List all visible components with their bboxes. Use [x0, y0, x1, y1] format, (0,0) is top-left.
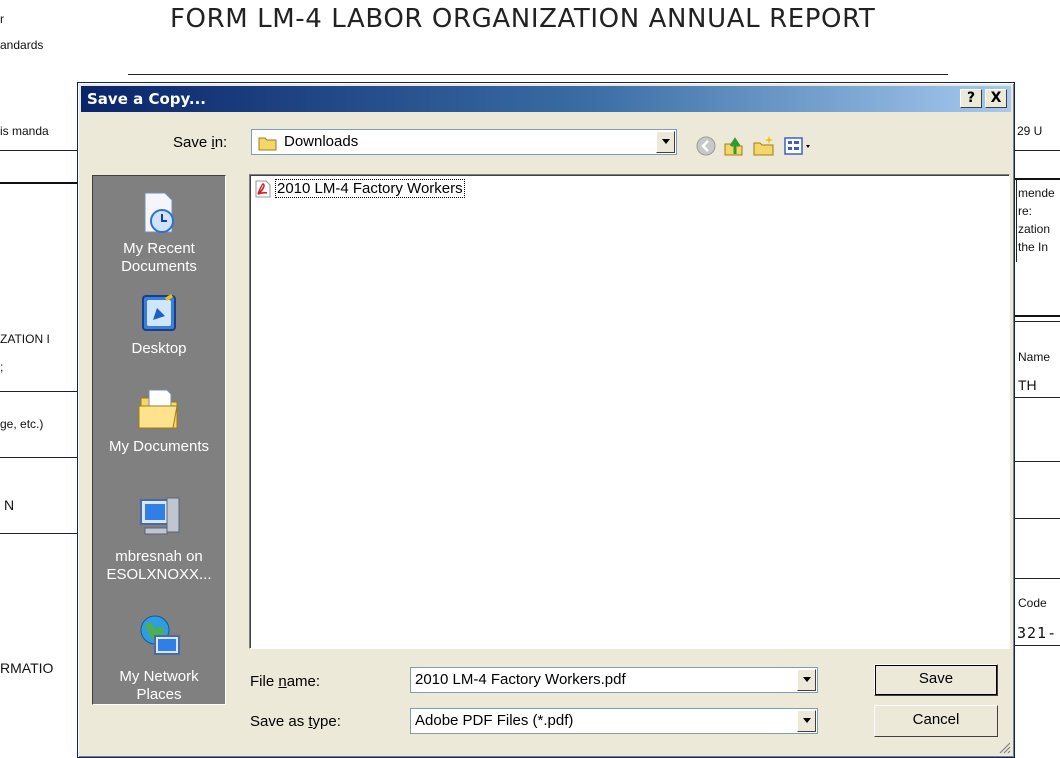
save-in-label: Save in: — [173, 134, 228, 151]
doc-fragment: ZATION I — [0, 332, 50, 346]
doc-fragment: zation — [1018, 222, 1051, 236]
save-as-type-dropdown[interactable]: Adobe PDF Files (*.pdf) — [410, 708, 818, 734]
desktop-icon — [142, 294, 176, 331]
my-documents-icon — [138, 389, 178, 429]
save-in-value: Downloads — [284, 133, 359, 150]
file-name-label: File name: — [250, 673, 321, 690]
resize-grip-icon[interactable] — [997, 740, 1011, 754]
doc-line — [1015, 321, 1060, 322]
network-places-icon — [140, 615, 180, 655]
doc-line — [0, 533, 77, 534]
doc-fragment: Code — [1018, 596, 1047, 610]
doc-line — [1015, 461, 1060, 462]
doc-line — [0, 150, 77, 151]
doc-fragment: 29 U — [1017, 124, 1043, 138]
save-a-copy-dialog: Save a Copy... ? X Save in: Downloads My… — [77, 82, 1015, 758]
doc-fragment: RMATIO — [0, 660, 54, 676]
doc-fragment: Name — [1018, 350, 1051, 364]
computer-icon — [140, 497, 180, 535]
new-folder-icon[interactable] — [752, 134, 776, 158]
close-button[interactable]: X — [985, 89, 1007, 108]
dialog-title-bar[interactable]: Save a Copy... ? X — [81, 86, 1011, 112]
doc-line — [1016, 178, 1017, 262]
place-my-network-places[interactable]: My Network Places — [93, 612, 225, 704]
doc-line — [1015, 397, 1060, 398]
doc-line — [1015, 315, 1060, 317]
file-name-value: 2010 LM-4 Factory Workers.pdf — [415, 671, 626, 688]
doc-fragment: 321- — [1017, 624, 1058, 642]
file-name-dropdown-arrow[interactable] — [797, 669, 816, 691]
up-folder-icon[interactable] — [722, 134, 746, 158]
pdf-file-icon — [255, 180, 271, 197]
doc-fragment: ; — [0, 360, 4, 374]
save-in-dropdown-arrow[interactable] — [656, 131, 675, 153]
places-bar: My Recent Documents Desktop My Documents — [92, 175, 226, 705]
doc-fragment: the In — [1018, 240, 1049, 254]
doc-line — [0, 457, 77, 458]
save-as-type-value: Adobe PDF Files (*.pdf) — [415, 712, 574, 729]
doc-line — [1015, 178, 1060, 180]
doc-line — [1015, 518, 1060, 519]
save-as-type-label: Save as type: — [250, 713, 341, 730]
doc-line — [0, 182, 77, 184]
doc-fragment: TH — [1018, 377, 1037, 393]
back-icon[interactable] — [694, 134, 718, 158]
save-as-type-dropdown-arrow[interactable] — [797, 710, 816, 732]
doc-fragment: re: — [1018, 204, 1033, 218]
file-list[interactable]: 2010 LM-4 Factory Workers — [249, 174, 1010, 649]
place-my-recent-documents[interactable]: My Recent Documents — [93, 190, 225, 276]
dialog-title: Save a Copy... — [87, 90, 206, 108]
save-button[interactable]: Save — [874, 664, 998, 696]
doc-line — [1015, 645, 1060, 646]
document-title: FORM LM-4 LABOR ORGANIZATION ANNUAL REPO… — [170, 4, 876, 34]
doc-fragment: r — [0, 12, 4, 26]
save-in-dropdown[interactable]: Downloads — [251, 129, 677, 155]
views-menu-icon[interactable] — [782, 134, 816, 158]
help-button[interactable]: ? — [960, 89, 982, 108]
doc-fragment: mende — [1018, 186, 1055, 200]
file-item[interactable]: 2010 LM-4 Factory Workers — [254, 179, 465, 198]
file-name: 2010 LM-4 Factory Workers — [275, 179, 465, 198]
cancel-button[interactable]: Cancel — [874, 705, 998, 737]
file-name-input[interactable]: 2010 LM-4 Factory Workers.pdf — [410, 667, 818, 693]
doc-fragment: N — [4, 497, 15, 513]
place-my-documents[interactable]: My Documents — [93, 382, 225, 456]
folder-icon — [258, 137, 277, 151]
doc-fragment: ge, etc.) — [0, 417, 44, 431]
doc-fragment: is manda — [0, 124, 49, 138]
doc-line — [0, 391, 77, 392]
place-desktop[interactable]: Desktop — [93, 292, 225, 358]
recent-documents-icon — [144, 192, 174, 233]
place-network-share[interactable]: mbresnah on ESOLXNOXX... — [93, 492, 225, 584]
doc-fragment: andards — [0, 38, 44, 52]
doc-line — [128, 74, 948, 75]
doc-line — [1015, 578, 1060, 579]
doc-line — [1015, 150, 1060, 151]
